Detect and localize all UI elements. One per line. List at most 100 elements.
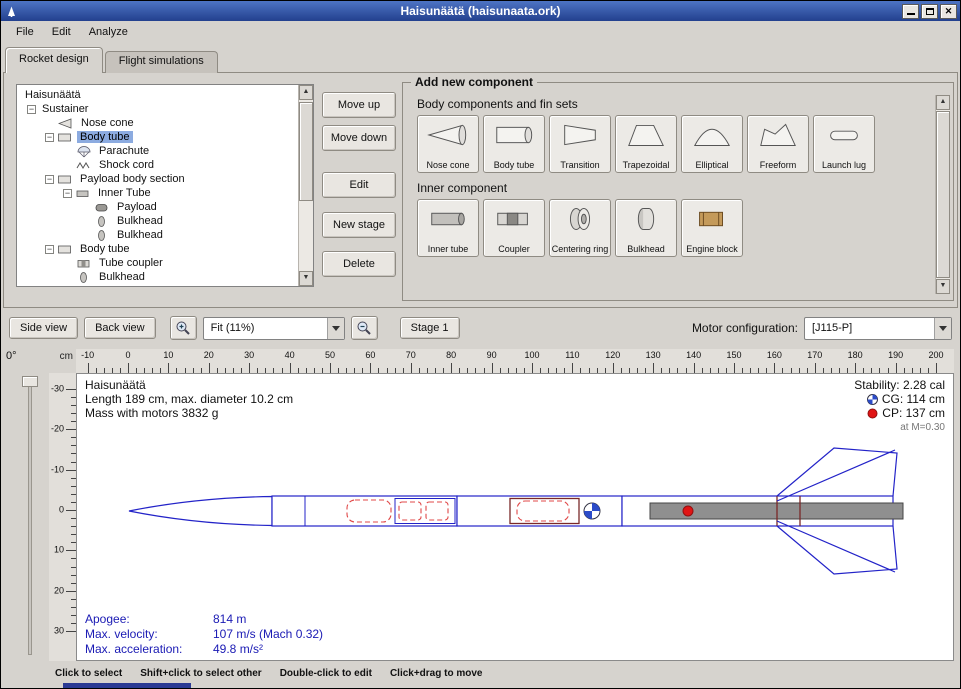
tree-item-sustainer[interactable]: −Sustainer — [18, 102, 297, 116]
tree-item-payload-body-section[interactable]: −Payload body section — [18, 172, 297, 186]
side-view-button[interactable]: Side view — [9, 317, 78, 339]
tree-item-body-tube[interactable]: −Body tube — [18, 242, 297, 256]
chevron-down-icon[interactable] — [327, 318, 344, 339]
zoom-out-button[interactable] — [351, 316, 378, 340]
tree-item-nose-cone[interactable]: Nose cone — [18, 116, 297, 130]
back-view-button[interactable]: Back view — [84, 317, 156, 339]
ruler-label: 100 — [524, 350, 539, 360]
zoom-in-button[interactable] — [170, 316, 197, 340]
move-down-button[interactable]: Move down — [322, 125, 396, 151]
close-button[interactable]: ✕ — [940, 4, 957, 19]
ruler-label: 110 — [565, 350, 579, 360]
tree-expand-toggle[interactable]: − — [45, 133, 54, 142]
stage-1-toggle[interactable]: Stage 1 — [400, 317, 460, 339]
tree-scrollbar[interactable]: ▲ ▼ — [298, 85, 313, 286]
tree-item-label: Bulkhead — [114, 229, 166, 241]
scroll-down-icon[interactable]: ▼ — [936, 279, 950, 294]
trapezoidal-icon — [624, 120, 668, 152]
tree-item-label: Bulkhead — [96, 271, 148, 283]
shockcord-icon — [76, 159, 92, 172]
tree-item-bulkhead[interactable]: Bulkhead — [18, 270, 297, 284]
tree-expand-toggle[interactable]: − — [27, 105, 36, 114]
tab-flight-simulations[interactable]: Flight simulations — [105, 51, 218, 73]
component-button-label: Trapezoidal — [623, 161, 670, 171]
minimize-button[interactable] — [902, 4, 919, 19]
nosecone-icon — [58, 117, 74, 130]
tree-item-label: Sustainer — [39, 103, 91, 115]
component-button-label: Freeform — [760, 161, 797, 171]
add-trapezoidal-button[interactable]: Trapezoidal — [615, 115, 677, 173]
tab-rocket-design[interactable]: Rocket design — [5, 47, 103, 73]
tree-item-tube-coupler[interactable]: Tube coupler — [18, 256, 297, 270]
add-bulkhead-button[interactable]: Bulkhead — [615, 199, 677, 257]
menu-analyze[interactable]: Analyze — [80, 23, 137, 41]
tree-expand-toggle[interactable]: − — [63, 189, 72, 198]
component-button-row: Nose cone Body tube Transition Trapezoidal E… — [417, 115, 953, 173]
ruler-tick — [66, 631, 76, 632]
add-centering-ring-button[interactable]: Centering ring — [549, 199, 611, 257]
ruler-label: -10 — [81, 350, 94, 360]
tree-item-label: Parachute — [96, 145, 152, 157]
add-engine-block-button[interactable]: Engine block — [681, 199, 743, 257]
menu-file[interactable]: File — [7, 23, 43, 41]
add-nose-cone-button[interactable]: Nose cone — [417, 115, 479, 173]
ruler-label: 200 — [928, 350, 943, 360]
ruler-tick — [896, 363, 897, 373]
add-component-panel: Add new component Body components and fi… — [402, 75, 954, 301]
add-inner-tube-button[interactable]: Inner tube — [417, 199, 479, 257]
tree-item-shock-cord[interactable]: Shock cord — [18, 158, 297, 172]
titlebar[interactable]: Haisunäätä (haisunaata.ork) ✕ — [1, 1, 960, 21]
tree-item-parachute[interactable]: Parachute — [18, 144, 297, 158]
move-up-button[interactable]: Move up — [322, 92, 396, 118]
rotation-slider-track[interactable] — [28, 377, 32, 655]
add-transition-button[interactable]: Transition — [549, 115, 611, 173]
delete-button[interactable]: Delete — [322, 251, 396, 277]
add-panel-scroll-track[interactable] — [936, 110, 950, 279]
add-body-tube-button[interactable]: Body tube — [483, 115, 545, 173]
ruler-tick — [330, 363, 331, 373]
tree-item-payload[interactable]: Payload — [18, 200, 297, 214]
maximize-button[interactable] — [921, 4, 938, 19]
add-freeform-button[interactable]: Freeform — [747, 115, 809, 173]
tree-item-bulkhead[interactable]: Bulkhead — [18, 228, 297, 242]
coupler-icon — [492, 204, 536, 236]
tree-expand-toggle[interactable]: − — [45, 175, 54, 184]
apogee-label: Apogee: — [85, 612, 213, 627]
cg-marker — [584, 503, 600, 519]
scroll-down-icon[interactable]: ▼ — [299, 271, 313, 286]
rotation-slider-handle[interactable] — [22, 376, 38, 387]
ruler-tick — [66, 591, 76, 592]
edit-button[interactable]: Edit — [322, 172, 396, 198]
tree-item-inner-tube[interactable]: −Inner Tube — [18, 186, 297, 200]
tree-scroll-track[interactable] — [299, 100, 313, 271]
tree-scroll-thumb[interactable] — [299, 102, 313, 201]
status-hint-click-drag-to-move: Click+drag to move — [390, 668, 483, 679]
maximize-icon — [926, 8, 934, 15]
new-stage-button[interactable]: New stage — [322, 212, 396, 238]
scroll-up-icon[interactable]: ▲ — [936, 95, 950, 110]
add-launch-lug-button[interactable]: Launch lug — [813, 115, 875, 173]
chevron-down-icon[interactable] — [934, 318, 951, 339]
add-panel-scrollbar[interactable]: ▲ ▼ — [935, 95, 950, 294]
rocket-figure[interactable]: Haisunäätä Length 189 cm, max. diameter … — [76, 373, 954, 661]
tree-item-body-tube[interactable]: −Body tube — [18, 130, 297, 144]
ruler-tick — [613, 363, 614, 373]
zoom-combo[interactable]: Fit (11%) — [203, 317, 345, 340]
add-coupler-button[interactable]: Coupler — [483, 199, 545, 257]
window-icon — [4, 4, 19, 19]
zoom-value: Fit (11%) — [204, 322, 327, 334]
tree-expand-toggle[interactable]: − — [45, 245, 54, 254]
add-panel-scroll-thumb[interactable] — [936, 111, 950, 278]
component-button-label: Body tube — [494, 161, 535, 171]
add-component-title: Add new component — [411, 75, 537, 89]
scroll-up-icon[interactable]: ▲ — [299, 85, 313, 100]
close-icon: ✕ — [945, 6, 953, 17]
tree-indent — [18, 193, 63, 194]
max-velocity-value: 107 m/s (Mach 0.32) — [213, 627, 323, 642]
menubar: FileEditAnalyze — [1, 21, 960, 43]
add-elliptical-button[interactable]: Elliptical — [681, 115, 743, 173]
menu-edit[interactable]: Edit — [43, 23, 80, 41]
tree-item-bulkhead[interactable]: Bulkhead — [18, 214, 297, 228]
tree-item-haisun-t[interactable]: Haisunäätä — [18, 88, 297, 102]
motor-configuration-combo[interactable]: [J115-P] — [804, 317, 952, 340]
